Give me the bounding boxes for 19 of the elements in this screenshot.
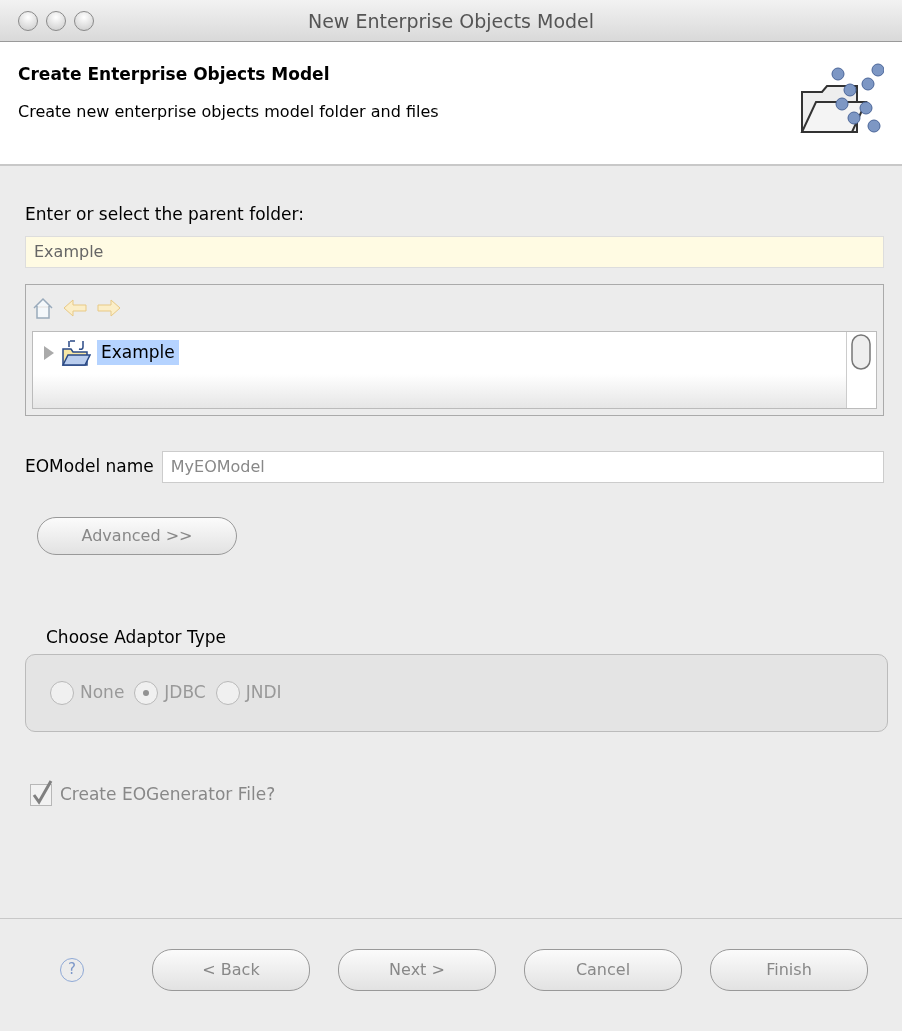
folder-field[interactable]: Example — [25, 235, 884, 268]
group-title: Choose Adaptor Type — [46, 625, 227, 649]
radio-label: None — [80, 681, 125, 705]
folder-label: Enter or select the parent folder: — [25, 203, 305, 226]
zoom-button[interactable] — [74, 11, 94, 31]
window-title: New Enterprise Objects Model — [307, 9, 595, 34]
page-title: Create Enterprise Objects Model — [18, 63, 331, 86]
project-folder-icon — [61, 338, 91, 367]
page-description: Create new enterprise objects model folder and files — [18, 100, 439, 123]
radio-label: JNDI — [245, 681, 282, 705]
minimize-button[interactable] — [46, 11, 66, 31]
model-name-label: EOModel name — [25, 454, 154, 478]
expand-icon[interactable] — [41, 344, 55, 361]
radio-label: JDBC — [164, 681, 206, 705]
tree-item[interactable]: Example — [97, 339, 179, 366]
close-button[interactable] — [18, 11, 38, 31]
home-icon[interactable] — [32, 295, 54, 320]
checkbox-label: Create EOGenerator File? — [60, 783, 276, 806]
scroll-thumb[interactable] — [850, 333, 872, 370]
